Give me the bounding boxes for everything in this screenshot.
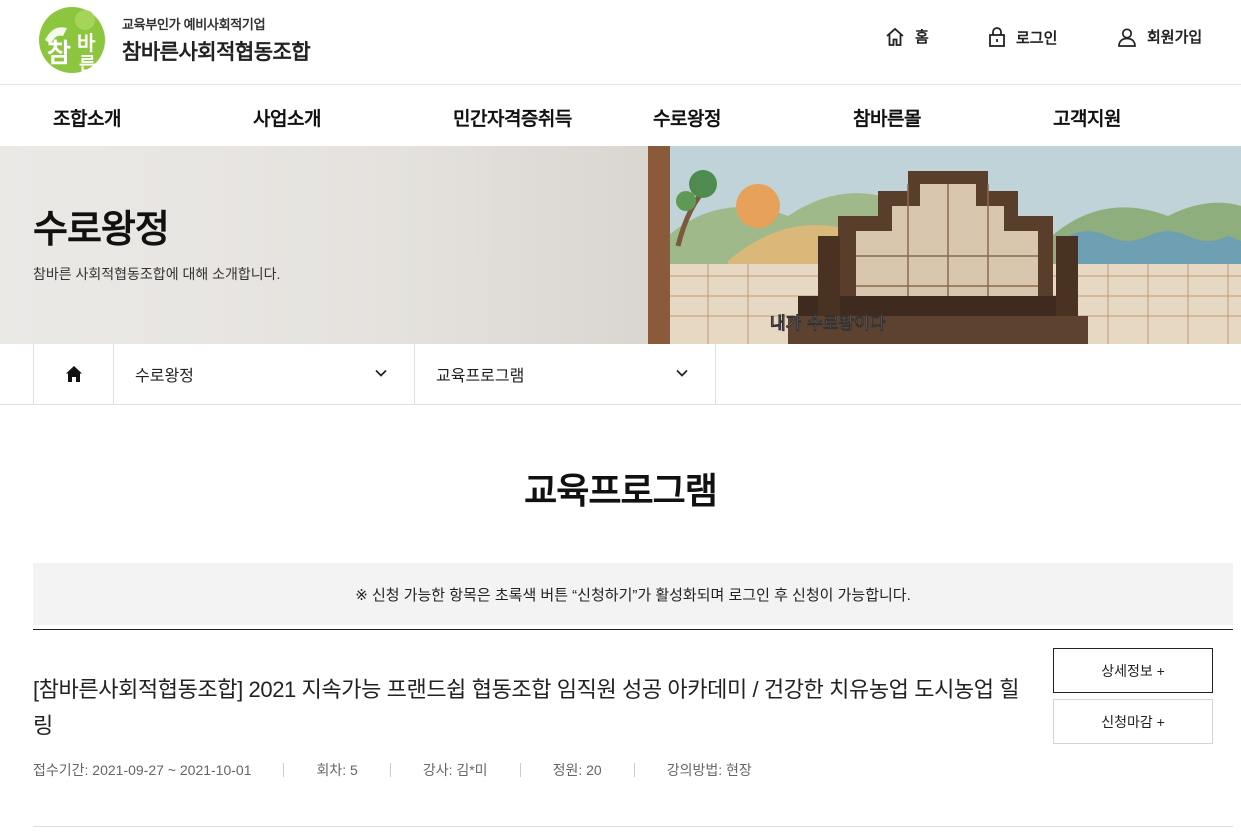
list-bottom-divider [33, 826, 1233, 827]
breadcrumb: 수로왕정 교육프로그램 [0, 344, 1241, 405]
nav-item-certification[interactable]: 민간자격증취득 [453, 104, 572, 131]
nav-item-surowangjeong[interactable]: 수로왕정 [653, 104, 721, 131]
program-title[interactable]: [참바른사회적협동조합] 2021 지속가능 프랜드쉽 협동조합 임직원 성공 … [33, 672, 1038, 744]
main-navigation: 조합소개 사업소개 민간자격증취득 수로왕정 참바른몰 고객지원 [0, 86, 1241, 146]
breadcrumb-depth2-dropdown[interactable]: 교육프로그램 [415, 344, 716, 404]
meta-period: 접수기간: 2021-09-27 ~ 2021-10-01 [33, 762, 252, 778]
meta-instructor: 강사: 김*미 [422, 762, 488, 778]
svg-text:른: 른 [79, 54, 96, 74]
svg-text:참: 참 [47, 39, 71, 69]
util-home-label: 홈 [915, 29, 929, 46]
meta-divider [519, 763, 521, 777]
svg-text:바: 바 [77, 31, 96, 55]
chevron-down-icon [676, 369, 688, 377]
logo-subtitle: 교육부인가 예비사회적기업 [122, 17, 266, 32]
chevron-down-icon [375, 369, 387, 377]
site-header: 참 바 른 교육부인가 예비사회적기업 참바른사회적협동조합 홈 로그인 회원가… [0, 0, 1241, 85]
util-home-link[interactable]: 홈 [885, 26, 929, 47]
user-icon [1118, 27, 1136, 47]
logo-text[interactable]: 교육부인가 예비사회적기업 참바른사회적협동조합 [122, 14, 311, 66]
logo-title: 참바른사회적협동조합 [122, 41, 311, 64]
visual-description: 참바른 사회적협동조합에 대해 소개합니다. [33, 266, 281, 282]
home-icon [886, 27, 904, 46]
nav-item-business[interactable]: 사업소개 [253, 104, 321, 131]
breadcrumb-depth1-dropdown[interactable]: 수로왕정 [114, 344, 415, 404]
breadcrumb-depth2-label: 교육프로그램 [436, 368, 525, 385]
page-title: 교육프로그램 [524, 470, 718, 511]
logo-icon[interactable]: 참 바 른 [33, 6, 111, 74]
notice-box: ※ 신청 가능한 항목은 초록색 버튼 “신청하기”가 활성화되며 로그인 후 … [33, 563, 1233, 625]
meta-divider [633, 763, 635, 777]
photo-caption: 내가 수로왕이다 [770, 314, 886, 334]
visual-title: 수로왕정 [33, 209, 170, 251]
list-top-divider [33, 629, 1233, 630]
breadcrumb-home-button[interactable] [33, 344, 114, 404]
nav-item-mall[interactable]: 참바른몰 [853, 104, 921, 131]
program-meta: 접수기간: 2021-09-27 ~ 2021-10-01 회차: 5 강사: … [33, 760, 752, 780]
util-join-label: 회원가입 [1147, 29, 1203, 46]
meta-capacity: 정원: 20 [552, 762, 602, 778]
meta-method: 강의방법: 현장 [666, 762, 752, 778]
meta-divider [283, 763, 285, 777]
meta-session: 회차: 5 [316, 762, 358, 778]
util-join-link[interactable]: 회원가입 [1117, 26, 1202, 47]
breadcrumb-depth1-label: 수로왕정 [135, 368, 194, 385]
meta-divider [389, 763, 391, 777]
sub-visual-banner: 내가 수로왕이다 수로왕정 참바른 사회적협동조합에 대해 소개합니다. [0, 146, 1241, 344]
util-login-link[interactable]: 로그인 [988, 26, 1057, 48]
nav-item-about[interactable]: 조합소개 [53, 104, 121, 131]
home-icon [65, 366, 82, 382]
lock-icon [989, 27, 1005, 47]
detail-info-button[interactable]: 상세정보 + [1053, 648, 1213, 693]
nav-item-support[interactable]: 고객지원 [1053, 104, 1121, 131]
util-login-label: 로그인 [1016, 29, 1058, 47]
notice-text: ※ 신청 가능한 항목은 초록색 버튼 “신청하기”가 활성화되며 로그인 후 … [355, 586, 911, 604]
throne-room-photo: 내가 수로왕이다 [648, 146, 1241, 344]
application-closed-button[interactable]: 신청마감 + [1053, 699, 1213, 744]
